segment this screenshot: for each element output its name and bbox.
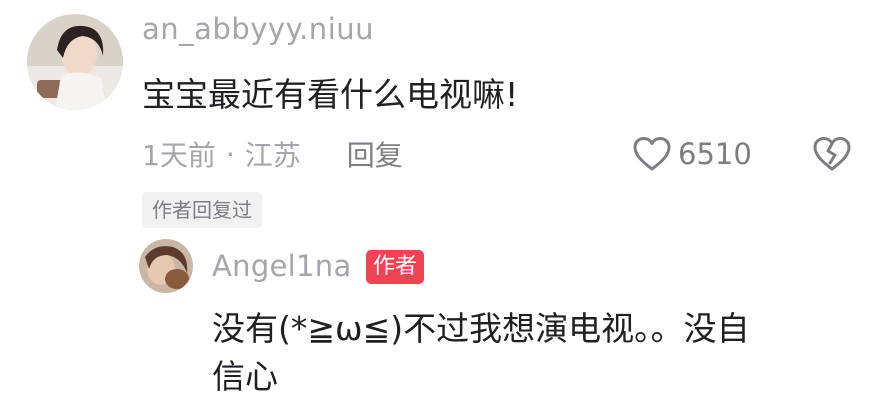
comment-thread: an_abbyyy.niuu 宝宝最近有看什么电视嘛! 1天前 · 江苏 回复 … bbox=[0, 0, 879, 410]
avatar-image bbox=[27, 14, 123, 110]
comment-time: 1天前 bbox=[142, 139, 216, 172]
reply-text: 没有(*≧ω≦)不过我想演电视。。没自 信心 bbox=[212, 305, 862, 401]
heart-outline-icon bbox=[632, 136, 672, 172]
reply-avatar-image bbox=[139, 239, 193, 293]
avatar[interactable] bbox=[27, 14, 123, 110]
comment-meta: 1天前 · 江苏 回复 bbox=[142, 134, 403, 174]
reply-text-line-1: 没有(*≧ω≦)不过我想演电视。。没自 bbox=[212, 309, 750, 348]
reply-username[interactable]: Angel1na bbox=[212, 249, 352, 283]
dislike-button[interactable] bbox=[810, 134, 854, 174]
comment-text: 宝宝最近有看什么电视嘛! bbox=[142, 75, 519, 114]
meta-separator: · bbox=[225, 137, 235, 171]
comment-username[interactable]: an_abbyyy.niuu bbox=[142, 12, 374, 46]
broken-heart-icon bbox=[813, 137, 851, 171]
like-button[interactable]: 6510 bbox=[632, 132, 752, 176]
reply-avatar[interactable] bbox=[139, 239, 193, 293]
reply-button[interactable]: 回复 bbox=[347, 134, 403, 174]
author-badge: 作者 bbox=[366, 250, 425, 284]
like-count: 6510 bbox=[678, 137, 752, 171]
comment-location: 江苏 bbox=[244, 139, 301, 172]
reply-text-line-2: 信心 bbox=[212, 357, 278, 396]
author-replied-tag: 作者回复过 bbox=[142, 192, 262, 228]
